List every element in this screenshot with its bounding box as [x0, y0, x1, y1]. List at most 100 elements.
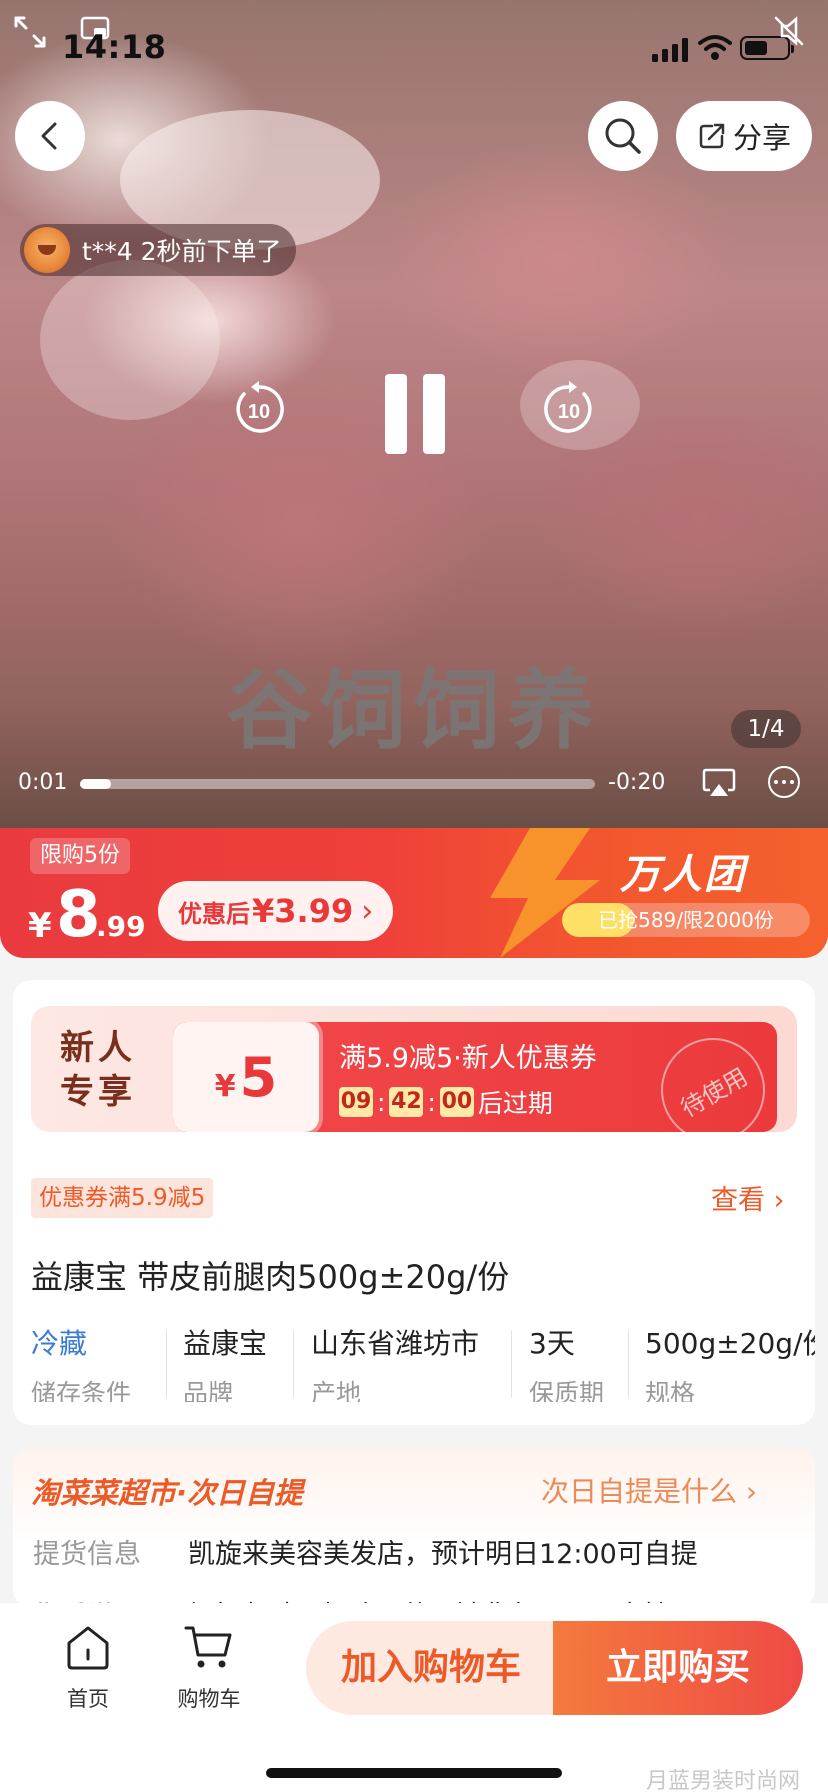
video-progress-fill — [80, 779, 111, 789]
divider — [628, 1330, 629, 1398]
time-elapsed: 0:01 — [18, 770, 68, 795]
rewind-label: 10 — [248, 401, 270, 423]
coupon-status-stamp: 待使用 — [661, 1038, 765, 1132]
price-decimal: .99 — [96, 910, 146, 943]
attribute-value: 3天 — [529, 1327, 575, 1360]
coupon-title: 满5.9减5·新人优惠券 — [339, 1043, 597, 1074]
pickup-info-value: 凯旋来美容美发店，预计明日12:00可自提 — [188, 1539, 698, 1570]
coupon-amount: ¥ 5 — [173, 1022, 319, 1132]
chevron-right-icon: › — [773, 1185, 785, 1216]
chevron-left-icon — [41, 122, 57, 150]
watermark: 月蓝男装时尚网 — [646, 1769, 801, 1792]
signal-icon — [652, 38, 688, 62]
chevron-right-icon: › — [361, 893, 374, 929]
pause-button[interactable] — [385, 374, 445, 454]
nav-cart-label: 购物车 — [177, 1687, 241, 1711]
attribute-value: 益康宝 — [183, 1327, 268, 1360]
attribute-value: 500g±20g/份 — [645, 1327, 815, 1360]
discount-value: ¥3.99 — [252, 892, 354, 930]
video-progress-slider[interactable] — [80, 779, 595, 789]
share-icon — [699, 123, 725, 149]
avatar — [24, 227, 70, 273]
price-integer: 8 — [56, 878, 101, 952]
expand-icon[interactable] — [14, 16, 46, 48]
mute-icon[interactable] — [772, 14, 806, 48]
buy-now-button[interactable]: 立即购买 — [553, 1621, 803, 1715]
share-label: 分享 — [732, 121, 791, 155]
search-icon — [605, 118, 641, 154]
product-attributes[interactable]: 冷藏 储存条件 益康宝 品牌 山东省潍坊市 产地 3天 保质期 500g±20g… — [31, 1322, 815, 1402]
product-info-card: 新人专享 ¥ 5 满5.9减5·新人优惠券 09 : 42 : 00 后过期 待… — [13, 980, 815, 1425]
forward-label: 10 — [558, 401, 580, 423]
pickup-brand: 淘菜菜超市·次日自提 — [31, 1476, 304, 1510]
attribute-key: 保质期 — [529, 1379, 605, 1402]
time-remaining: -0:20 — [608, 770, 666, 795]
divider — [293, 1330, 294, 1398]
new-user-coupon[interactable]: ¥ 5 满5.9减5·新人优惠券 09 : 42 : 00 后过期 待使用 — [173, 1022, 777, 1132]
attribute-storage: 冷藏 储存条件 — [31, 1322, 131, 1402]
group-buy-title: 万人团 — [620, 852, 746, 898]
status-bar: 14:18 — [0, 0, 828, 96]
stamp-text: 待使用 — [676, 1062, 753, 1123]
forward-button[interactable]: 10 — [540, 380, 598, 438]
rewind-button[interactable]: 10 — [230, 380, 288, 438]
order-toast-text: t**4 2秒前下单了 — [82, 237, 282, 266]
attribute-key: 储存条件 — [31, 1379, 132, 1402]
add-to-cart-button[interactable]: 加入购物车 — [306, 1621, 556, 1715]
attribute-brand: 益康宝 品牌 — [183, 1322, 267, 1402]
discount-price-button[interactable]: 优惠后 ¥3.99 › — [158, 881, 394, 941]
discount-label: 优惠后 — [178, 899, 250, 928]
back-button[interactable] — [15, 101, 85, 171]
bottom-action-bar: 首页 购物车 加入购物车 立即购买 月蓝男装时尚网 — [0, 1603, 828, 1792]
pickup-help-link[interactable]: 次日自提是什么 › — [541, 1470, 757, 1510]
video-caption: 谷饲饲养 — [226, 661, 602, 761]
view-coupon-link[interactable]: 查看 › — [711, 1178, 784, 1217]
purchase-limit-tag: 限购5份 — [30, 838, 130, 874]
countdown-separator: : — [427, 1087, 436, 1117]
coupon-tag: 优惠券满5.9减5 — [31, 1178, 214, 1218]
grab-progress-bar: 已抢589/限2000份 — [562, 903, 810, 937]
order-toast: t**4 2秒前下单了 — [20, 224, 296, 276]
pickup-info-label: 提货信息 — [33, 1539, 141, 1570]
product-video[interactable]: 14:18 分享 t**4 2秒前下单了 10 10 谷饲饲养 1/4 0:01… — [0, 0, 828, 828]
countdown-suffix: 后过期 — [477, 1089, 553, 1118]
home-icon — [67, 1626, 109, 1670]
wifi-icon — [698, 35, 732, 60]
coupon-countdown: 09 : 42 : 00 后过期 — [339, 1084, 553, 1120]
attribute-value: 冷藏 — [31, 1327, 88, 1360]
pause-icon — [423, 374, 445, 454]
nav-home-label: 首页 — [67, 1687, 109, 1711]
nav-cart-button[interactable]: 购物车 — [166, 1623, 252, 1713]
countdown-hours: 09 — [339, 1087, 373, 1117]
countdown-minutes: 42 — [389, 1087, 424, 1117]
attribute-shelf-life: 3天 保质期 — [529, 1322, 604, 1402]
lightning-icon — [490, 828, 600, 958]
attribute-value: 山东省潍坊市 — [311, 1327, 480, 1360]
nav-home-button[interactable]: 首页 — [48, 1623, 128, 1713]
airplay-icon[interactable] — [702, 768, 736, 798]
pickup-info-card: 淘菜菜超市·次日自提 次日自提是什么 › 提货信息 凯旋来美容美发店，预计明日1… — [13, 1448, 815, 1608]
coupon-currency: ¥ — [214, 1069, 236, 1104]
attribute-key: 产地 — [311, 1379, 362, 1402]
share-button[interactable]: 分享 — [676, 101, 812, 171]
countdown-separator: : — [377, 1087, 386, 1117]
attribute-spec: 500g±20g/份 规格 — [645, 1322, 815, 1402]
more-icon[interactable] — [768, 766, 800, 798]
coupon-amount-value: 5 — [239, 1046, 278, 1109]
attribute-key: 规格 — [645, 1379, 696, 1402]
new-user-label: 新人专享 — [60, 1028, 136, 1112]
grab-progress-text: 已抢589/限2000份 — [598, 908, 774, 932]
attribute-origin: 山东省潍坊市 产地 — [311, 1322, 479, 1402]
pause-icon — [385, 374, 407, 454]
pickup-help-label: 次日自提是什么 — [541, 1475, 738, 1508]
home-indicator[interactable] — [266, 1768, 562, 1778]
product-title: 益康宝 带皮前腿肉500g±20g/份 — [31, 1258, 510, 1296]
media-page-counter: 1/4 — [731, 710, 801, 748]
status-time: 14:18 — [62, 28, 167, 66]
new-user-coupon-banner[interactable]: 新人专享 ¥ 5 满5.9减5·新人优惠券 09 : 42 : 00 后过期 待… — [31, 1006, 797, 1132]
countdown-seconds: 00 — [439, 1087, 474, 1117]
divider — [166, 1330, 167, 1398]
cart-icon — [184, 1626, 232, 1668]
search-button[interactable] — [588, 101, 658, 171]
attribute-key: 品牌 — [183, 1379, 234, 1402]
